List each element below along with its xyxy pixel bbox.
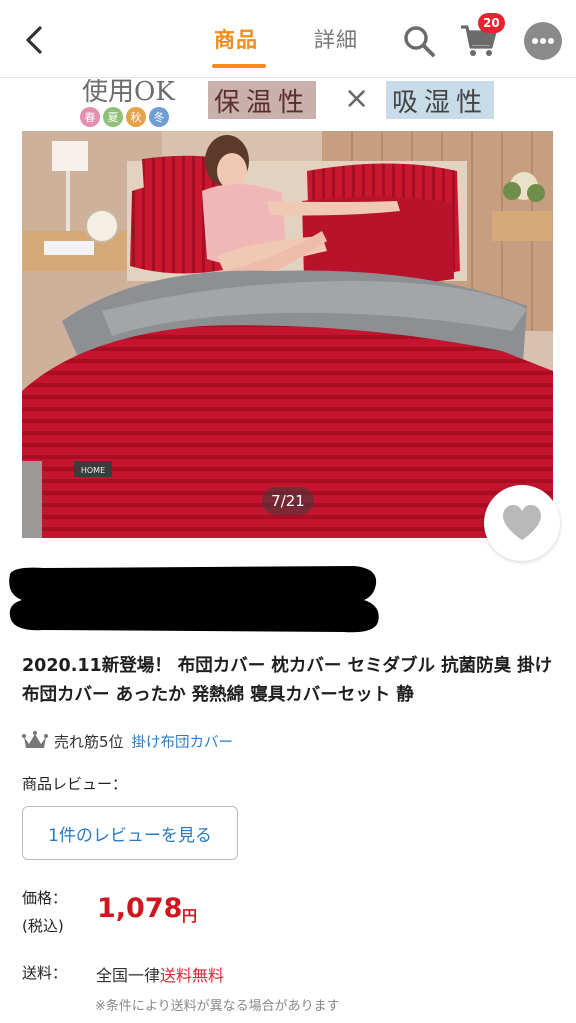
banner-times-sign: × bbox=[344, 81, 370, 116]
tab-detail[interactable]: 詳細 bbox=[314, 24, 358, 54]
ranking-category-link[interactable]: 掛け布団カバー bbox=[132, 731, 234, 752]
shipping-value: 全国一律送料無料 bbox=[96, 962, 224, 986]
banner-heat-retention: 保温性 bbox=[208, 81, 317, 119]
view-reviews-button[interactable]: 1件のレビューを見る bbox=[22, 806, 238, 860]
chevron-left-icon bbox=[26, 26, 42, 54]
svg-text:HOME: HOME bbox=[81, 466, 105, 475]
search-icon bbox=[404, 26, 435, 57]
ranking-row: 売れ筋5位 掛け布団カバー bbox=[22, 728, 233, 754]
price-tax-note: (税込) bbox=[22, 917, 64, 935]
crown-icon bbox=[22, 731, 48, 748]
tab-product[interactable]: 商品 bbox=[214, 24, 258, 54]
active-tab-indicator bbox=[212, 64, 266, 68]
shipping-label: 送料： bbox=[22, 964, 68, 982]
back-button[interactable] bbox=[16, 22, 52, 58]
banner-ok-text: 使用OK bbox=[82, 79, 175, 107]
free-shipping-text: 送料無料 bbox=[160, 966, 225, 985]
review-label: 商品レビュー： bbox=[22, 775, 128, 793]
season-autumn: 秋 bbox=[126, 107, 146, 127]
image-counter: 7/21 bbox=[262, 487, 314, 515]
favorite-button[interactable] bbox=[484, 485, 560, 561]
bedding-photo: HOME bbox=[22, 131, 553, 538]
more-menu-button[interactable] bbox=[524, 22, 562, 60]
product-image-banner: 使用OK 春 夏 秋 冬 保温性 × 吸湿性 bbox=[0, 79, 576, 131]
top-nav-bar: 商品 詳細 20 bbox=[0, 0, 576, 78]
product-image[interactable]: HOME bbox=[22, 131, 553, 538]
banner-moisture-absorption: 吸湿性 bbox=[386, 81, 495, 119]
cart-count-badge: 20 bbox=[478, 13, 505, 33]
season-spring: 春 bbox=[80, 107, 100, 127]
redaction-mark bbox=[9, 566, 379, 633]
shipping-prefix: 全国一律 bbox=[96, 966, 161, 985]
ranking-text: 売れ筋5位 bbox=[54, 732, 124, 751]
heart-icon bbox=[503, 505, 541, 540]
price-label-text: 価格： bbox=[22, 889, 68, 907]
search-button[interactable] bbox=[400, 22, 438, 60]
shipping-note: ※条件により送料が異なる場合があります bbox=[95, 999, 340, 1014]
product-title: 2020.11新登場！ 布団カバー 枕カバー セミダブル 抗菌防臭 掛け布団カバ… bbox=[22, 656, 553, 705]
price-unit: 円 bbox=[182, 907, 198, 925]
season-winter: 冬 bbox=[149, 107, 169, 127]
more-dots-icon bbox=[532, 38, 554, 44]
price-value: 1,078 bbox=[97, 893, 183, 924]
season-summer: 夏 bbox=[103, 107, 123, 127]
price-label: 価格： (税込) bbox=[22, 884, 67, 940]
